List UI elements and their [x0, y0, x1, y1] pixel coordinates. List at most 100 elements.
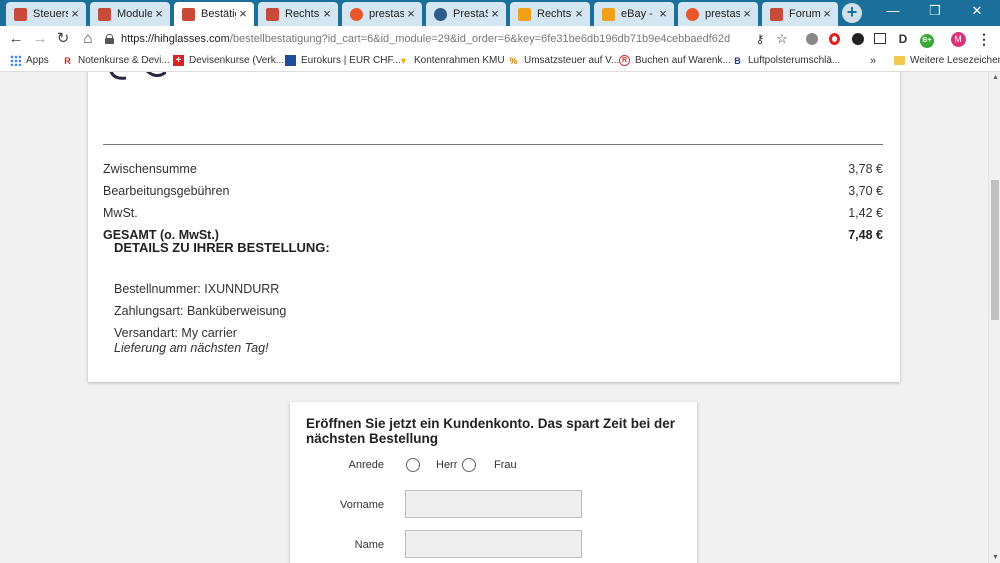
bookmark-umsatzsteuer[interactable]: % Umsatzsteuer auf V... [508, 55, 619, 66]
star-icon[interactable]: ☆ [774, 31, 790, 47]
image-icon[interactable] [872, 31, 888, 47]
scroll-down-arrow-icon[interactable]: ▼ [992, 554, 999, 561]
order-summary-card: Zwischensumme 3,78 € Bearbeitungsgebühre… [88, 72, 900, 382]
avatar[interactable]: M [950, 31, 966, 47]
reload-button[interactable]: ↻ [53, 29, 73, 49]
row-value: 3,78 € [848, 162, 883, 176]
scroll-up-arrow-icon[interactable]: ▲ [992, 74, 999, 81]
opera-icon[interactable] [826, 31, 842, 47]
firstname-label: Vorname [339, 499, 384, 511]
bookmark-label: Weitere Lesezeichen [910, 55, 1000, 66]
tab-7[interactable]: Rechtsti × [510, 2, 590, 26]
firstname-field[interactable] [405, 490, 582, 518]
favicon-icon [686, 7, 699, 21]
close-window-button[interactable]: ✕ [954, 0, 1000, 22]
tab-2[interactable]: Module | × [90, 2, 170, 26]
salutation-option-herr: Herr [436, 459, 458, 471]
bookmark-buchen[interactable]: R Buchen auf Warenk... [619, 55, 731, 66]
bookmarks-bar: Apps R Notenkurse & Devi... + Devisenkur… [0, 51, 1000, 72]
key-icon[interactable]: ⚷ [752, 31, 768, 47]
close-icon[interactable]: × [152, 7, 166, 21]
bookmark-label: Kontenrahmen KMU [414, 55, 505, 66]
page-scrollbar[interactable]: ▲ ▼ [988, 72, 1000, 563]
bookmark-label: Buchen auf Warenk... [635, 55, 731, 66]
salutation-label: Anrede [348, 459, 384, 471]
shipping-method: Versandart: My carrier [114, 326, 237, 340]
url-host: https://hihglasses.com [121, 33, 230, 45]
extension-icon[interactable] [804, 31, 820, 47]
tab-4[interactable]: Rechtsko × [258, 2, 338, 26]
scrollbar-thumb[interactable] [991, 180, 999, 320]
tab-title: Steuersat [33, 8, 68, 20]
bookmark-label: Notenkurse & Devi... [78, 55, 170, 66]
salutation-radio-frau[interactable] [462, 458, 476, 472]
row-value: 3,70 € [848, 184, 883, 198]
close-icon[interactable]: × [320, 7, 334, 21]
chart-icon [285, 55, 296, 66]
close-icon[interactable]: × [404, 7, 418, 21]
favicon-icon [14, 7, 27, 21]
close-icon[interactable]: × [488, 7, 502, 21]
tab-title: eBay - V [621, 8, 656, 20]
tab-9[interactable]: prestash × [678, 2, 758, 26]
minimize-button[interactable]: — [870, 0, 916, 22]
bookmark-luftpolster[interactable]: B Luftpolsterumschlä... [732, 55, 840, 66]
home-button[interactable]: ⌂ [78, 29, 98, 49]
tab-title: Rechtsti [537, 8, 572, 20]
funnel-icon: ▼ [399, 55, 408, 66]
close-icon[interactable]: × [740, 7, 754, 21]
tab-1[interactable]: Steuersat × [6, 2, 86, 26]
favicon-icon [434, 7, 447, 21]
summary-row-vat: MwSt. 1,42 € [103, 206, 883, 220]
lastname-field[interactable] [405, 530, 582, 558]
menu-icon[interactable]: ⋮ [976, 31, 992, 47]
dark-extension-icon[interactable] [850, 31, 866, 47]
page-viewport: Zwischensumme 3,78 € Bearbeitungsgebühre… [0, 72, 988, 563]
tab-strip: Steuersat × Module | × Bestätigu × Recht… [0, 0, 1000, 26]
maximize-button[interactable]: ❐ [916, 0, 954, 22]
close-icon[interactable]: × [572, 7, 586, 21]
forward-button[interactable]: → [30, 29, 50, 49]
b-plus-extension-icon[interactable]: B+ [919, 31, 935, 48]
bookmark-label: Apps [26, 55, 49, 66]
glasses-logo-icon [109, 72, 166, 80]
back-button[interactable]: ← [6, 29, 26, 49]
bookmark-kontenrahmen[interactable]: ▼ Kontenrahmen KMU [398, 55, 505, 66]
bookmark-folder-other[interactable]: Weitere Lesezeichen [894, 55, 1000, 66]
tab-3-active[interactable]: Bestätigu × [174, 2, 254, 26]
new-tab-button[interactable]: + [842, 3, 862, 23]
tab-6[interactable]: PrestaSh × [426, 2, 506, 26]
close-icon[interactable]: × [656, 7, 670, 21]
row-label: Zwischensumme [103, 162, 197, 176]
registration-title: Eröffnen Sie jetzt ein Kundenkonto. Das … [306, 416, 676, 446]
bookmark-devisenkurse[interactable]: + Devisenkurse (Verk... [173, 55, 284, 66]
salutation-option-frau: Frau [494, 459, 517, 471]
d-extension-icon[interactable]: D [895, 31, 911, 47]
folder-icon [894, 56, 905, 65]
tab-8[interactable]: eBay - V × [594, 2, 674, 26]
bookmarks-overflow-button[interactable]: » [870, 55, 876, 67]
address-bar[interactable]: https://hihglasses.com/bestellbestatigun… [105, 29, 745, 49]
favicon-icon [98, 7, 111, 21]
close-icon[interactable]: × [68, 7, 82, 21]
registration-card: Eröffnen Sie jetzt ein Kundenkonto. Das … [290, 402, 697, 563]
close-icon[interactable]: × [236, 7, 250, 21]
payment-method: Zahlungsart: Banküberweisung [114, 304, 287, 318]
lock-icon [105, 34, 114, 44]
bookmark-notenkurse[interactable]: R Notenkurse & Devi... [62, 55, 170, 66]
order-details-title: DETAILS ZU IHRER BESTELLUNG: [114, 240, 330, 255]
tab-5[interactable]: prestash × [342, 2, 422, 26]
r-logo-icon: R [64, 55, 71, 66]
apps-icon [10, 55, 21, 66]
bookmark-apps[interactable]: Apps [10, 55, 49, 66]
salutation-radio-herr[interactable] [406, 458, 420, 472]
favicon-icon [266, 7, 279, 21]
total-value: 7,48 € [848, 228, 883, 242]
tab-title: prestash [705, 8, 740, 20]
favicon-icon [518, 7, 531, 21]
tab-10[interactable]: Forums × [762, 2, 838, 26]
browser-toolbar: ← → ↻ ⌂ https://hihglasses.com/bestellbe… [0, 26, 1000, 51]
bookmark-label: Umsatzsteuer auf V... [524, 55, 620, 66]
close-icon[interactable]: × [820, 7, 834, 21]
bookmark-eurokurs[interactable]: Eurokurs | EUR CHF... [285, 55, 401, 66]
